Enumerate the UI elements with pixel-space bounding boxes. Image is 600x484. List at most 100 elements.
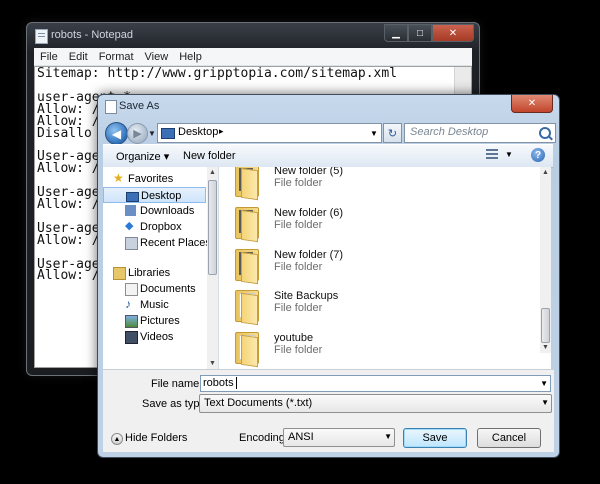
file-name-label: File name: — [151, 378, 203, 390]
nav-item-recent-places[interactable]: Recent Places — [103, 235, 211, 251]
file-type: File folder — [274, 261, 323, 273]
notepad-menubar: File Edit Format View Help — [34, 48, 472, 66]
maximize-button[interactable]: □ — [408, 24, 432, 42]
save-as-type-select[interactable]: Text Documents (*.txt) ▼ — [199, 394, 552, 413]
dialog-toolbar: Organize ▾ New folder ▼ ? — [103, 144, 553, 168]
notepad-icon — [35, 29, 48, 44]
address-dropdown-icon[interactable]: ▼ — [367, 124, 381, 142]
list-item[interactable]: Site Backups File folder — [229, 286, 529, 326]
desktop-icon — [161, 128, 175, 139]
nav-item-label: Pictures — [140, 315, 180, 327]
new-folder-button[interactable]: New folder — [183, 150, 236, 162]
nav-favorites[interactable]: ★ Favorites — [103, 171, 206, 187]
dialog-title: Save As — [119, 100, 160, 112]
folder-icon — [235, 290, 259, 326]
save-options-area: File name: robots ▼ Save as type: Text D… — [103, 369, 554, 452]
address-bar[interactable]: Desktop ▸ ▼ — [157, 123, 382, 143]
forward-arrow-icon[interactable]: ▶ — [127, 123, 148, 144]
view-options-icon[interactable] — [486, 149, 498, 161]
save-button[interactable]: Save — [403, 428, 467, 448]
music-icon: ♪ — [125, 297, 131, 311]
address-separator[interactable]: ▸ — [219, 126, 224, 137]
nav-item-videos[interactable]: Videos — [103, 329, 206, 345]
notepad-title: robots - Notepad — [51, 29, 133, 41]
scroll-down-icon[interactable]: ▼ — [209, 360, 216, 367]
navigation-pane[interactable]: ★ Favorites Desktop Downloads ◆ Dropbox … — [103, 167, 219, 369]
menu-file[interactable]: File — [34, 51, 63, 63]
desktop-icon — [126, 192, 139, 202]
file-name: New folder (6) — [274, 207, 344, 219]
nav-item-documents[interactable]: Documents — [103, 281, 206, 297]
downloads-icon — [125, 205, 136, 216]
nav-scroll-thumb[interactable] — [208, 180, 217, 275]
nav-item-label: Documents — [140, 283, 196, 295]
nav-item-label: Videos — [140, 331, 174, 343]
libraries-icon — [113, 267, 126, 280]
nav-libraries[interactable]: Libraries — [103, 265, 206, 281]
nav-item-music[interactable]: ♪ Music — [103, 297, 206, 313]
menu-view[interactable]: View — [139, 51, 174, 63]
search-input[interactable]: Search Desktop — [404, 123, 556, 143]
help-icon[interactable]: ? — [531, 148, 545, 162]
encoding-dropdown-icon[interactable]: ▼ — [384, 432, 392, 441]
menu-edit[interactable]: Edit — [63, 51, 93, 63]
file-scroll-thumb[interactable] — [541, 308, 550, 343]
encoding-select[interactable]: ANSI ▼ — [283, 428, 395, 447]
history-dropdown-icon[interactable]: ▼ — [148, 129, 156, 138]
nav-item-dropbox[interactable]: ◆ Dropbox — [103, 219, 206, 235]
nav-item-label: Recent Places — [140, 237, 211, 249]
cancel-button[interactable]: Cancel — [477, 428, 541, 448]
close-button[interactable]: ✕ — [432, 24, 474, 42]
file-name-value[interactable]: robots — [203, 377, 234, 389]
file-type: File folder — [274, 302, 323, 314]
save-as-type-dropdown-icon[interactable]: ▼ — [541, 398, 549, 407]
scroll-up-icon[interactable]: ▲ — [209, 169, 216, 176]
refresh-icon[interactable]: ↻ — [383, 123, 402, 143]
recent-places-icon — [125, 237, 138, 250]
star-icon: ★ — [113, 171, 124, 185]
nav-item-downloads[interactable]: Downloads — [103, 203, 206, 219]
organize-button[interactable]: Organize ▾ — [116, 150, 169, 163]
search-placeholder: Search Desktop — [410, 126, 489, 138]
file-scrollbar[interactable]: ▲ ▼ — [540, 167, 551, 353]
address-location[interactable]: Desktop — [178, 126, 218, 138]
menu-format[interactable]: Format — [93, 51, 139, 63]
scroll-up-icon[interactable]: ▲ — [542, 169, 549, 176]
file-name-dropdown-icon[interactable]: ▼ — [540, 379, 548, 388]
nav-scrollbar[interactable]: ▲ ▼ — [207, 167, 218, 369]
dialog-titlebar[interactable]: Save As ✕ — [98, 95, 559, 117]
text-cursor — [236, 377, 237, 389]
window-controls: ▁ □ ✕ — [384, 24, 474, 42]
file-type: File folder — [274, 177, 323, 189]
file-name-field[interactable]: robots ▼ — [200, 375, 551, 392]
pictures-icon — [125, 315, 138, 328]
dialog-icon — [105, 100, 117, 114]
encoding-label: Encoding: — [239, 432, 288, 444]
file-name: New folder (7) — [274, 249, 344, 261]
list-item[interactable]: youtube File folder — [229, 328, 529, 368]
file-list[interactable]: New folder (5) File folder New folder (6… — [219, 167, 551, 369]
dialog-close-button[interactable]: ✕ — [511, 95, 553, 113]
nav-item-label: Music — [140, 299, 169, 311]
nav-item-desktop[interactable]: Desktop — [103, 187, 206, 203]
folder-icon — [235, 167, 259, 201]
videos-icon — [125, 331, 138, 344]
list-item[interactable]: New folder (6) File folder — [229, 203, 529, 243]
search-icon[interactable] — [539, 127, 551, 139]
list-item[interactable]: New folder (5) File folder — [229, 167, 529, 201]
back-arrow-icon[interactable]: ◀ — [105, 122, 128, 145]
file-type: File folder — [274, 344, 323, 356]
notepad-titlebar[interactable]: robots - Notepad ▁ □ ✕ — [27, 23, 479, 47]
nav-item-label: Downloads — [140, 205, 195, 217]
view-dropdown-icon[interactable]: ▼ — [505, 150, 513, 159]
nav-item-pictures[interactable]: Pictures — [103, 313, 206, 329]
documents-icon — [125, 283, 138, 296]
hide-folders-label: Hide Folders — [125, 432, 188, 444]
menu-help[interactable]: Help — [173, 51, 207, 63]
minimize-button[interactable]: ▁ — [384, 24, 408, 42]
scroll-down-icon[interactable]: ▼ — [542, 344, 549, 351]
encoding-value: ANSI — [288, 431, 314, 443]
nav-item-label: Dropbox — [140, 221, 182, 233]
save-as-dialog: Save As ✕ ◀ ▶ ▼ Desktop ▸ ▼ ↻ Search Des… — [97, 94, 560, 458]
list-item[interactable]: New folder (7) File folder — [229, 245, 529, 285]
